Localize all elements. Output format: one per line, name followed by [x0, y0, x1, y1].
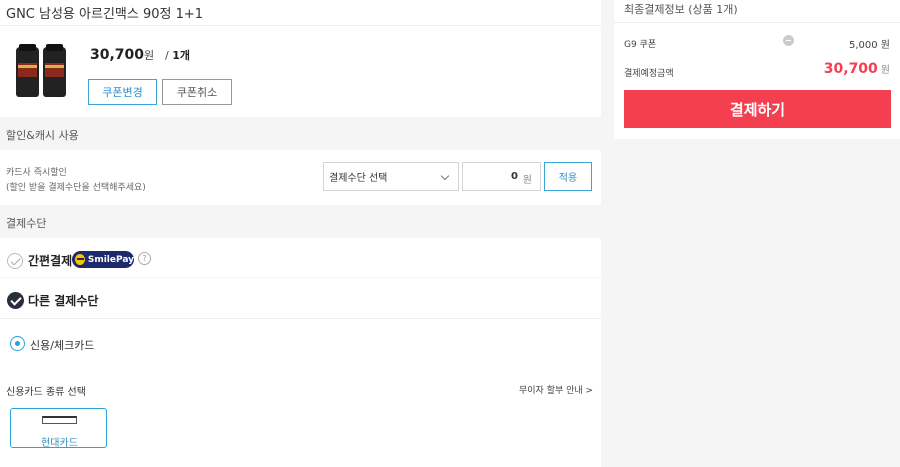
- check-icon[interactable]: [7, 292, 24, 309]
- check-icon[interactable]: [7, 253, 23, 269]
- card-type-title: 신용카드 종류 선택: [6, 387, 86, 398]
- discount-section-title: 할인&캐시 사용: [6, 129, 79, 142]
- product-price: 30,700원 / 1개: [90, 47, 191, 63]
- pay-button[interactable]: 결제하기: [624, 90, 891, 128]
- card-tile-hyundai[interactable]: 현대카드: [10, 408, 107, 449]
- summary-title: 최종결제정보 (상품 1개): [624, 3, 738, 16]
- apply-discount-button[interactable]: 적용: [544, 162, 592, 191]
- chevron-down-icon: [440, 171, 450, 181]
- product-title: GNC 남성용 아르긴맥스 90정 1+1: [6, 7, 204, 22]
- payment-method-select[interactable]: 결제수단 선택: [323, 162, 459, 191]
- total-label: 결제예정금액: [624, 69, 674, 79]
- coupon-value: 5,000 원: [848, 40, 890, 51]
- divider: [614, 22, 900, 23]
- coupon-cancel-button[interactable]: 쿠폰취소: [162, 79, 232, 105]
- divider: [0, 25, 601, 26]
- hyundai-card-logo: [42, 416, 77, 424]
- card-discount-label: 카드사 즉시할인 (할인 받을 결제수단을 선택해주세요): [6, 168, 146, 193]
- product-section: GNC 남성용 아르긴맥스 90정 1+1 30,700원 / 1개 쿠폰변경 …: [0, 0, 601, 117]
- order-form: GNC 남성용 아르긴맥스 90정 1+1 30,700원 / 1개 쿠폰변경 …: [0, 0, 601, 467]
- discount-amount-input[interactable]: 0 원: [462, 162, 541, 191]
- interest-free-link[interactable]: 무이자 할부 안내 >: [519, 383, 593, 396]
- smile-icon: [75, 254, 85, 265]
- coupon-label: G9 쿠폰: [624, 40, 657, 50]
- smilepay-logo: SmilePay: [72, 251, 134, 268]
- total-value: 30,700 원: [823, 61, 890, 77]
- payment-section-title: 결제수단: [6, 217, 47, 230]
- credit-card-radio[interactable]: [10, 336, 25, 351]
- divider: [0, 318, 601, 319]
- credit-card-label: 신용/체크카드: [30, 339, 95, 352]
- other-pay-label: 다른 결제수단: [28, 294, 99, 308]
- help-icon[interactable]: ?: [138, 252, 151, 265]
- product-image: [14, 44, 70, 100]
- summary-panel: 최종결제정보 (상품 1개) G9 쿠폰 5,000 원 결제예정금액 30,7…: [614, 0, 900, 139]
- coupon-change-button[interactable]: 쿠폰변경: [88, 79, 157, 105]
- minus-icon[interactable]: [783, 35, 794, 46]
- easy-pay-label: 간편결제: [28, 254, 73, 268]
